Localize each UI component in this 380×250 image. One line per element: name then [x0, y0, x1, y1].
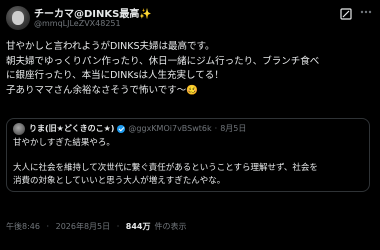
verified-badge-icon — [117, 124, 126, 133]
tweet-meta: 午後8:46 · 2026年8月5日 · 844万 件の表示 — [6, 221, 187, 232]
tweet-time[interactable]: 午後8:46 — [6, 222, 40, 231]
quoted-text: 甘やかしすぎた結果やろ。 大人に社会を維持して次世代に繋ぐ責任があるということす… — [13, 137, 363, 191]
view-count: 844万 — [125, 222, 151, 231]
quoted-line — [13, 150, 363, 163]
quoted-separator: · — [214, 124, 218, 133]
avatar[interactable] — [6, 6, 30, 30]
quoted-line: 甘やかしすぎた結果やろ。 — [13, 138, 115, 148]
tweet-date[interactable]: 2026年8月5日 — [56, 222, 111, 231]
tweet-line: 朝夫婦でゆっくりパン作ったり、休日一緒にジム行ったり、ブランチ食べ — [6, 55, 320, 67]
header-actions — [340, 5, 372, 20]
quoted-tweet[interactable]: りま(旧★どくきのこ★) @ggxKMOi7vBSwt6k · 8月5日 甘やか… — [6, 118, 370, 192]
quoted-date: 8月5日 — [220, 124, 247, 133]
author-handle[interactable]: @mmqLJLeZVX48251 — [34, 19, 121, 28]
more-icon[interactable] — [360, 5, 372, 17]
tweet-line: に銀座行ったり、本当にDINKsは人生充実してる！ — [6, 70, 224, 81]
tweet-line: 甘やかしと言われようがDINKS夫婦は最高です。 — [6, 41, 215, 52]
author-display-name[interactable]: チーカマ@DINKS最高✨ — [34, 5, 152, 20]
quoted-avatar — [13, 123, 25, 135]
tweet-text: 甘やかしと言われようがDINKS夫婦は最高です。 朝夫婦でゆっくりパン作ったり、… — [6, 40, 376, 98]
view-count-label: 件の表示 — [154, 222, 187, 231]
avatar-face — [12, 11, 24, 25]
grok-icon[interactable] — [340, 5, 352, 20]
tweet-line: 子ありママさん余裕なさそうで怖いです〜🥴 — [6, 84, 199, 96]
meta-separator: · — [116, 222, 120, 231]
quoted-handle: @ggxKMOi7vBSwt6k — [128, 124, 212, 133]
quoted-display-name: りま(旧★どくきのこ★) — [29, 124, 115, 133]
quoted-header: りま(旧★どくきのこ★) @ggxKMOi7vBSwt6k · 8月5日 — [29, 123, 246, 134]
meta-separator: · — [46, 222, 50, 231]
quoted-line: 大人に社会を維持して次世代に繋ぐ責任があるということすら理解せず、社会を — [13, 163, 318, 173]
quoted-line: 消費の対象としていいと思う大人が増えすぎたんやな。 — [13, 175, 226, 186]
tweet: チーカマ@DINKS最高✨ @mmqLJLeZVX48251 甘やかしと言われよ… — [0, 0, 380, 250]
quoted-line: ... — [13, 187, 363, 191]
